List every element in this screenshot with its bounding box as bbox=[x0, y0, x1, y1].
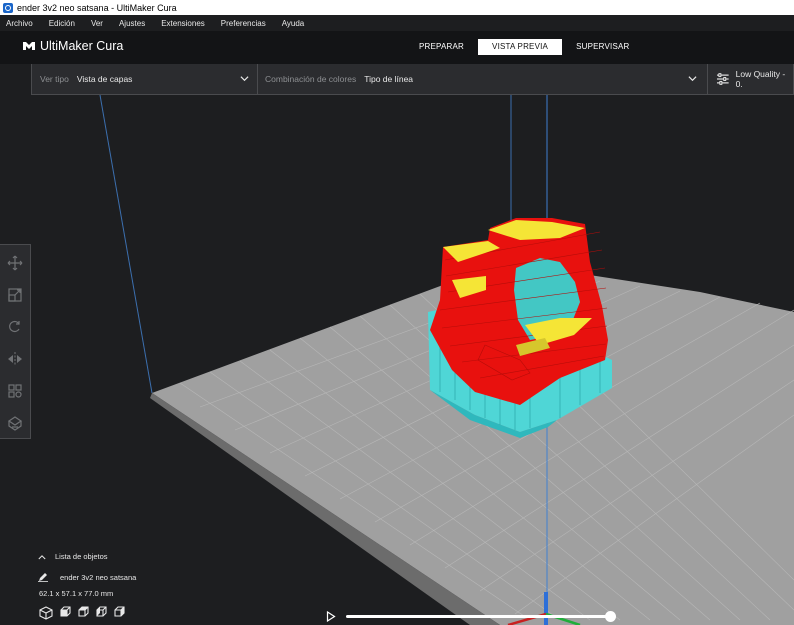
view-settings-panel: Ver tipo Vista de capas Combinación de c… bbox=[31, 64, 794, 95]
cura-app-icon bbox=[3, 2, 13, 13]
view-3d-icon[interactable] bbox=[39, 606, 53, 620]
list-item[interactable]: ender 3v2 neo satsana bbox=[38, 572, 136, 582]
view-type-selector[interactable]: Ver tipo Vista de capas bbox=[40, 64, 257, 94]
simulation-slider bbox=[324, 608, 624, 624]
chevron-up-icon bbox=[38, 554, 46, 559]
tool-strip bbox=[0, 244, 31, 439]
toolbar-divider bbox=[257, 64, 258, 94]
object-list-header: Lista de objetos bbox=[55, 552, 108, 561]
ultimaker-logo: UltiMaker Cura bbox=[22, 39, 123, 53]
print-settings-button[interactable]: Low Quality - 0. bbox=[708, 64, 793, 94]
menu-ajustes[interactable]: Ajustes bbox=[119, 19, 145, 28]
view-type-label: Ver tipo bbox=[40, 74, 69, 84]
support-blocker-icon[interactable] bbox=[7, 415, 23, 431]
view-type-value: Vista de capas bbox=[76, 74, 133, 84]
stage-tabs: PREPARAR VISTA PREVIA SUPERVISAR bbox=[405, 39, 644, 55]
mirror-icon[interactable] bbox=[7, 351, 23, 367]
view-right-icon[interactable] bbox=[113, 606, 125, 618]
viewport-3d[interactable] bbox=[0, 95, 794, 625]
camera-view-buttons bbox=[39, 606, 125, 620]
object-name: ender 3v2 neo satsana bbox=[60, 572, 137, 582]
object-dimensions: 62.1 x 57.1 x 77.0 mm bbox=[39, 589, 114, 598]
menu-bar: Archivo Edición Ver Ajustes Extensiones … bbox=[0, 15, 794, 31]
settings-sliders-icon bbox=[716, 73, 729, 85]
build-volume-edge-left bbox=[99, 95, 153, 394]
slider-track[interactable] bbox=[346, 615, 610, 618]
view-left-icon[interactable] bbox=[95, 606, 107, 618]
color-scheme-label: Combinación de colores bbox=[265, 74, 357, 84]
chevron-down-icon bbox=[240, 76, 249, 82]
play-icon[interactable] bbox=[326, 611, 336, 622]
menu-ayuda[interactable]: Ayuda bbox=[282, 19, 305, 28]
logo-text: UltiMaker Cura bbox=[40, 39, 124, 53]
object-list-toggle[interactable]: Lista de objetos bbox=[38, 552, 108, 561]
menu-ver[interactable]: Ver bbox=[91, 19, 103, 28]
app-header: UltiMaker Cura PREPARAR VISTA PREVIA SUP… bbox=[0, 31, 794, 64]
slider-handle[interactable] bbox=[604, 611, 616, 622]
chevron-down-icon bbox=[688, 76, 697, 82]
title-bar: ender 3v2 neo satsana - UltiMaker Cura bbox=[0, 0, 794, 15]
menu-edicion[interactable]: Edición bbox=[49, 19, 75, 28]
menu-preferencias[interactable]: Preferencias bbox=[221, 19, 266, 28]
object-list: Lista de objetos ender 3v2 neo satsana 6… bbox=[38, 552, 136, 620]
color-scheme-selector[interactable]: Combinación de colores Tipo de línea bbox=[265, 64, 705, 94]
view-top-icon[interactable] bbox=[77, 606, 89, 618]
pencil-icon[interactable] bbox=[38, 572, 48, 582]
rotate-icon[interactable] bbox=[7, 319, 23, 335]
move-icon[interactable] bbox=[7, 255, 23, 271]
tab-supervisar[interactable]: SUPERVISAR bbox=[562, 39, 643, 55]
per-model-settings-icon[interactable] bbox=[7, 383, 23, 399]
tab-preparar[interactable]: PREPARAR bbox=[405, 39, 478, 55]
ultimaker-logo-icon bbox=[23, 42, 35, 50]
scale-icon[interactable] bbox=[7, 287, 23, 303]
quality-profile-text: Low Quality - 0. bbox=[735, 69, 786, 89]
tab-vista-previa[interactable]: VISTA PREVIA bbox=[478, 39, 563, 55]
window-title: ender 3v2 neo satsana - UltiMaker Cura bbox=[17, 2, 177, 13]
color-scheme-value: Tipo de línea bbox=[364, 74, 414, 84]
menu-extensiones[interactable]: Extensiones bbox=[161, 19, 205, 28]
menu-archivo[interactable]: Archivo bbox=[6, 19, 33, 28]
app-window: ender 3v2 neo satsana - UltiMaker Cura A… bbox=[0, 0, 794, 625]
view-front-icon[interactable] bbox=[59, 606, 71, 618]
